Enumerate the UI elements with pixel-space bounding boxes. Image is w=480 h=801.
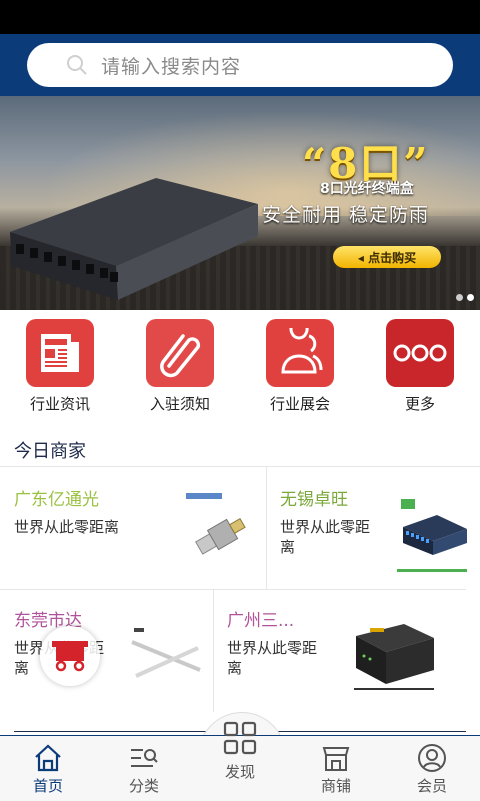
merchant-card[interactable]: 广州三... 世界从此零距离 <box>214 589 466 712</box>
home-icon <box>33 744 63 772</box>
merchant-name: 广州三... <box>227 611 295 631</box>
banner-subtitle: 8口光纤终端盒 <box>320 181 414 197</box>
merchant-card[interactable]: 东莞市达 世界从此零距离 <box>0 589 214 712</box>
buy-now-button[interactable]: ◂ 点击购买 <box>333 246 441 268</box>
grid-icon <box>223 718 257 758</box>
category-expo[interactable]: 行业展会 <box>240 310 360 420</box>
nav-home[interactable]: 首页 <box>0 736 96 801</box>
nav-member[interactable]: 会员 <box>384 736 480 801</box>
nav-label: 发现 <box>224 763 255 781</box>
nav-label: 首页 <box>32 777 63 795</box>
status-bar <box>0 0 480 34</box>
category-join[interactable]: 入驻须知 <box>120 310 240 420</box>
merchant-desc: 世界从此零距离 <box>227 639 318 677</box>
category-label: 入驻须知 <box>149 395 210 413</box>
user-icon <box>417 744 447 772</box>
category-label: 行业展会 <box>269 395 330 413</box>
search-bar[interactable]: 请输入搜索内容 <box>27 43 453 87</box>
shop-icon <box>321 744 351 772</box>
floating-cart-button[interactable] <box>40 626 100 686</box>
paperclip-icon <box>146 319 214 387</box>
banner-tagline: 安全耐用 稳定防雨 <box>262 204 430 226</box>
nav-discover[interactable]: 发现 <box>192 721 288 801</box>
merchant-card[interactable]: 广东亿通光 世界从此零距离 <box>0 466 267 589</box>
merchant-card[interactable]: 无锡卓旺 世界从此零距离 <box>267 466 480 589</box>
merchant-desc: 世界从此零距离 <box>280 518 371 556</box>
cart-icon <box>52 641 88 672</box>
merchant-product-image <box>397 499 467 572</box>
promo-banner[interactable]: “8口” 8口光纤终端盒 安全耐用 稳定防雨 ◂ 点击购买 <box>0 96 480 310</box>
section-title: 今日商家 <box>14 441 86 462</box>
merchant-name: 广东亿通光 <box>14 490 99 510</box>
merchant-desc: 世界从此零距离 <box>14 518 120 536</box>
category-label: 行业资讯 <box>29 395 90 413</box>
category-news[interactable]: 行业资讯 <box>0 310 120 420</box>
bottom-nav: 首页 分类 发现 商铺 会员 <box>0 721 480 801</box>
category-grid: 行业资讯 入驻须知 行业展会 更多 <box>0 310 480 420</box>
carousel-dots[interactable] <box>456 294 474 301</box>
header: 请输入搜索内容 <box>0 34 480 96</box>
category-label: 更多 <box>404 395 435 413</box>
nav-label: 会员 <box>416 777 447 795</box>
people-icon <box>266 319 334 387</box>
nav-label: 分类 <box>128 777 159 795</box>
merchant-name: 无锡卓旺 <box>280 490 348 510</box>
nav-shop[interactable]: 商铺 <box>288 736 384 801</box>
merchant-product-image <box>186 493 246 555</box>
merchant-product-image <box>131 628 201 678</box>
nav-label: 商铺 <box>320 777 351 795</box>
fiber-terminal-box-image <box>10 178 258 300</box>
newspaper-icon <box>26 319 94 387</box>
nav-category[interactable]: 分类 <box>96 736 192 801</box>
search-input[interactable]: 请输入搜索内容 <box>101 52 241 79</box>
carousel-dot[interactable] <box>456 294 463 301</box>
merchant-product-image <box>354 624 434 690</box>
more-icon <box>386 319 454 387</box>
carousel-dot-active[interactable] <box>467 294 474 301</box>
category-more[interactable]: 更多 <box>360 310 480 420</box>
search-icon <box>67 55 87 75</box>
category-icon <box>129 744 159 772</box>
